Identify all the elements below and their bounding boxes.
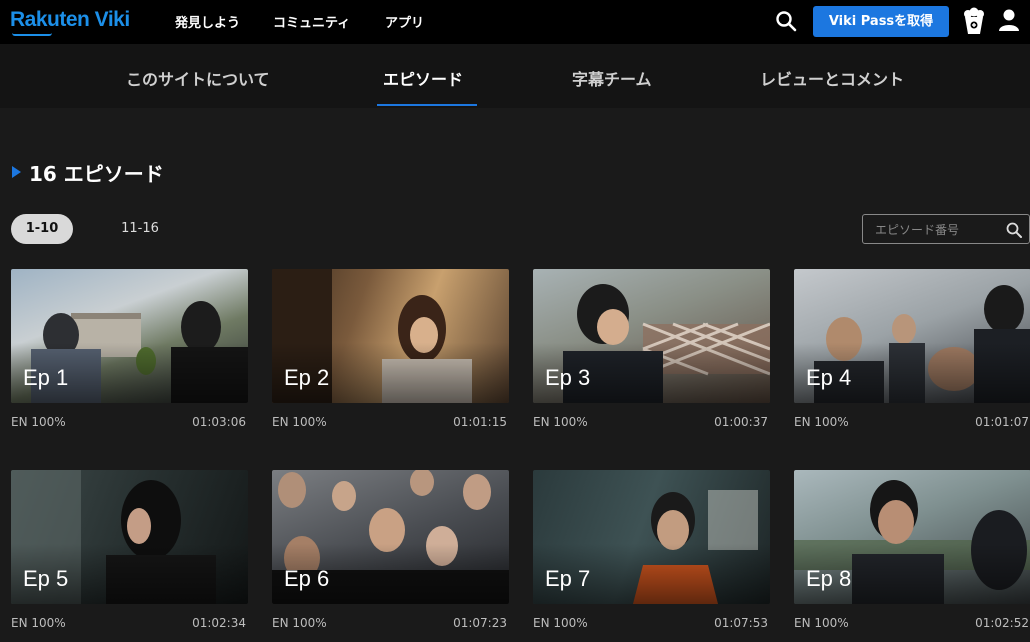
episode-duration: 01:07:53 bbox=[714, 616, 768, 630]
episode-thumbnail[interactable]: Ep 8 bbox=[794, 470, 1030, 604]
episodes-heading-text: 16 エピソード bbox=[29, 162, 164, 186]
logo-text: Rakuten Viki bbox=[10, 8, 130, 31]
episodes-heading: 16 エピソード bbox=[12, 158, 164, 187]
subtitle-completion: EN 100% bbox=[272, 616, 327, 630]
tab-subtitle-team[interactable]: 字幕チーム bbox=[572, 66, 652, 90]
active-tab-indicator bbox=[377, 104, 477, 106]
nav-discover[interactable]: 発見しよう bbox=[175, 12, 240, 31]
episode-duration: 01:03:06 bbox=[192, 415, 246, 429]
subtitle-completion: EN 100% bbox=[533, 415, 588, 429]
logo-swoosh bbox=[12, 33, 52, 36]
episode-duration: 01:01:07 bbox=[975, 415, 1029, 429]
episode-duration: 01:01:15 bbox=[453, 415, 507, 429]
subtitle-completion: EN 100% bbox=[533, 616, 588, 630]
search-icon[interactable] bbox=[775, 10, 797, 32]
episode-duration: 01:02:34 bbox=[192, 616, 246, 630]
episode-number-input[interactable] bbox=[875, 221, 995, 239]
episode-thumbnail[interactable]: Ep 4 bbox=[794, 269, 1030, 403]
episode-duration: 01:07:23 bbox=[453, 616, 507, 630]
episode-label: Ep 4 bbox=[806, 365, 852, 390]
episode-label: Ep 3 bbox=[545, 365, 591, 390]
episode-thumbnail[interactable]: Ep 7 bbox=[533, 470, 770, 604]
episode-thumbnail[interactable]: Ep 1 bbox=[11, 269, 248, 403]
episode-thumbnail[interactable]: Ep 5 bbox=[11, 470, 248, 604]
episode-thumbnail[interactable]: Ep 2 bbox=[272, 269, 509, 403]
get-viki-pass-button[interactable]: Viki Passを取得 bbox=[813, 6, 949, 37]
subtitle-completion: EN 100% bbox=[272, 415, 327, 429]
episode-duration: 01:02:52 bbox=[975, 616, 1029, 630]
episode-label: Ep 6 bbox=[284, 566, 330, 591]
episode-thumbnail[interactable]: Ep 3 bbox=[533, 269, 770, 403]
top-bar: Rakuten Viki 発見しよう コミュニティ アプリ Viki Passを… bbox=[0, 0, 1030, 44]
episode-label: Ep 8 bbox=[806, 566, 852, 591]
episode-number-search bbox=[862, 214, 1030, 244]
tab-reviews-comments[interactable]: レビューとコメント bbox=[760, 66, 904, 90]
episode-thumbnail[interactable]: Ep 6 bbox=[272, 470, 509, 604]
popcorn-icon[interactable] bbox=[962, 7, 986, 35]
nav-apps[interactable]: アプリ bbox=[385, 12, 424, 31]
subtitle-completion: EN 100% bbox=[794, 616, 849, 630]
episode-duration: 01:00:37 bbox=[714, 415, 768, 429]
rakuten-viki-logo[interactable]: Rakuten Viki bbox=[10, 8, 130, 36]
play-triangle-icon bbox=[12, 166, 21, 178]
episode-label: Ep 1 bbox=[23, 365, 69, 390]
subtitle-completion: EN 100% bbox=[11, 616, 66, 630]
show-tabs: このサイトについて エピソード 字幕チーム レビューとコメント bbox=[0, 44, 1030, 108]
search-icon[interactable] bbox=[1005, 221, 1023, 239]
user-icon[interactable] bbox=[998, 8, 1020, 32]
nav-community[interactable]: コミュニティ bbox=[273, 12, 350, 31]
episode-label: Ep 2 bbox=[284, 365, 330, 390]
episode-label: Ep 7 bbox=[545, 566, 591, 591]
tab-episodes[interactable]: エピソード bbox=[383, 66, 463, 90]
subtitle-completion: EN 100% bbox=[794, 415, 849, 429]
range-1-10-button[interactable]: 1-10 bbox=[11, 214, 73, 244]
episode-label: Ep 5 bbox=[23, 566, 69, 591]
subtitle-completion: EN 100% bbox=[11, 415, 66, 429]
tab-about[interactable]: このサイトについて bbox=[126, 66, 270, 90]
range-11-16-button[interactable]: 11-16 bbox=[112, 214, 168, 244]
